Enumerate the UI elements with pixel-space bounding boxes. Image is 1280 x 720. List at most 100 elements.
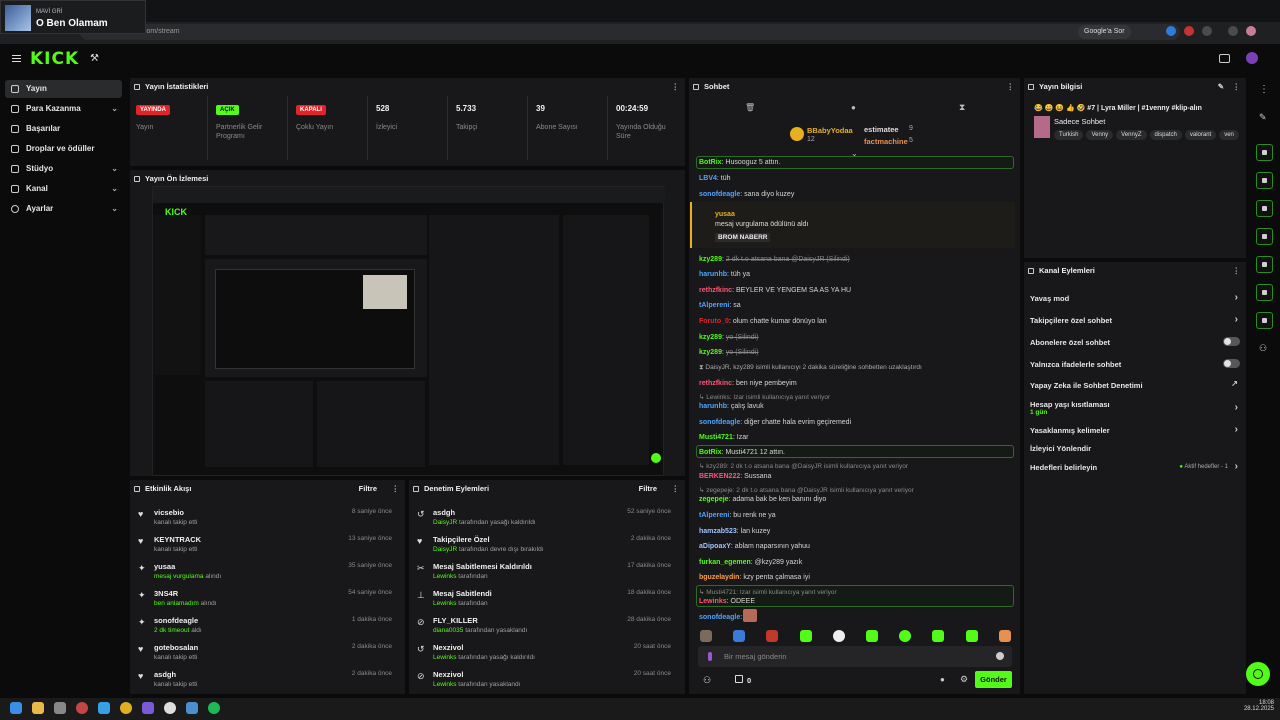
chat-settings-icon[interactable]: ● xyxy=(940,675,945,684)
chat-fab-button[interactable] xyxy=(1246,662,1270,686)
emote-icon[interactable] xyxy=(866,630,878,642)
users-icon[interactable]: ⚇ xyxy=(703,675,711,686)
media-notification[interactable]: MAVİ GRİ O Ben Olamam xyxy=(0,0,146,34)
subscribers-only-toggle[interactable] xyxy=(1223,337,1240,346)
spotify-icon[interactable] xyxy=(208,702,220,714)
emote-icon[interactable] xyxy=(966,630,978,642)
rail-button[interactable] xyxy=(1256,144,1273,161)
chat-user[interactable]: BotRix xyxy=(699,159,722,166)
slow-mode-row[interactable]: Yavaş mod › xyxy=(1030,292,1242,303)
send-button[interactable]: Gönder xyxy=(975,671,1012,688)
kick-logo[interactable]: KICK xyxy=(30,49,79,69)
emote-only-row[interactable]: Yalnızca ifadelerle sohbet xyxy=(1030,359,1242,369)
chat-user[interactable]: BotRix xyxy=(699,449,722,456)
chat-user[interactable]: kzy289 xyxy=(699,334,722,341)
rail-button[interactable] xyxy=(1256,228,1273,245)
raid-row[interactable]: İzleyici Yönlendir xyxy=(1030,444,1242,453)
sidebar-item-basarilar[interactable]: Başarılar xyxy=(5,120,122,138)
emote-icon[interactable] xyxy=(800,630,812,642)
banned-words-row[interactable]: Yasaklanmış kelimeler › xyxy=(1030,424,1242,435)
chat-user[interactable]: aDipoaxY xyxy=(699,543,731,550)
stream-preview-video[interactable]: KICK xyxy=(152,186,665,476)
sidebar-item-kanal[interactable]: Kanal ⌄ xyxy=(5,180,122,198)
chat-user[interactable]: Lewinks xyxy=(699,598,727,605)
chat-user[interactable]: Foruto_0 xyxy=(699,318,729,325)
rail-button[interactable] xyxy=(1256,172,1273,189)
windows-start-icon[interactable] xyxy=(10,702,22,714)
extension-icon[interactable] xyxy=(1166,26,1176,36)
tag[interactable]: Venny xyxy=(1086,130,1114,140)
filter-button[interactable]: Filtre xyxy=(359,480,377,498)
chat-user[interactable]: Musti4721 xyxy=(699,434,733,441)
sidebar-item-yayin[interactable]: Yayın xyxy=(5,80,122,98)
chat-bubble-icon[interactable]: ● xyxy=(851,103,856,112)
chat-user[interactable]: zegepeje xyxy=(699,496,729,503)
taskbar-app-icon[interactable] xyxy=(76,702,88,714)
chat-user[interactable]: sonofdeagle xyxy=(699,419,740,426)
ai-moderation-row[interactable]: Yapay Zeka ile Sohbet Denetimi ↗ xyxy=(1030,379,1242,390)
obs-taskbar-icon[interactable] xyxy=(164,702,176,714)
chat-user[interactable]: kzy289 xyxy=(699,256,722,263)
chrome-icon[interactable] xyxy=(120,702,132,714)
emote-icon[interactable] xyxy=(766,630,778,642)
gift-icon[interactable] xyxy=(735,675,743,683)
sidebar-item-para-kazanma[interactable]: Para Kazanma ⌄ xyxy=(5,100,122,118)
hourglass-icon[interactable]: ⧗ xyxy=(959,102,965,113)
chat-user[interactable]: hamzab523 xyxy=(699,528,737,535)
chat-user[interactable]: harunhb xyxy=(699,271,727,278)
sidebar-item-studyo[interactable]: Stüdyo ⌄ xyxy=(5,160,122,178)
gear-icon[interactable]: ⚙ xyxy=(960,674,968,685)
rail-button[interactable] xyxy=(1256,312,1273,329)
chat-user[interactable]: BERKEN222 xyxy=(699,473,740,480)
more-icon[interactable]: ⋮ xyxy=(1007,78,1015,96)
chat-input[interactable]: Bir mesaj gönderin xyxy=(698,646,1012,667)
more-icon[interactable]: ⋮ xyxy=(1233,78,1241,96)
emoji-icon[interactable] xyxy=(996,652,1004,660)
account-age-row[interactable]: Hesap yaşı kısıtlaması 1 gün › xyxy=(1030,400,1242,416)
chat-user[interactable]: rethzfkinc xyxy=(699,287,732,294)
rail-button[interactable] xyxy=(1256,284,1273,301)
settings-icon[interactable] xyxy=(186,702,198,714)
discord-icon[interactable] xyxy=(142,702,154,714)
chat-user[interactable]: sonofdeagle xyxy=(699,191,740,198)
taskbar-app-icon[interactable] xyxy=(54,702,66,714)
menu-icon[interactable] xyxy=(1228,26,1238,36)
chat-user[interactable]: furkan_egemen xyxy=(699,559,751,566)
chat-user[interactable]: tAlpereni xyxy=(699,512,729,519)
obs-icon[interactable] xyxy=(1219,54,1230,63)
tag[interactable]: ven xyxy=(1219,130,1239,140)
profile-avatar[interactable] xyxy=(1246,26,1256,36)
more-icon[interactable]: ⋮ xyxy=(1233,262,1241,280)
emote-icon[interactable] xyxy=(899,630,911,642)
file-explorer-icon[interactable] xyxy=(32,702,44,714)
edit-icon[interactable]: ✎ xyxy=(1218,78,1224,96)
more-icon[interactable]: ⋮ xyxy=(392,480,400,498)
highlight-user[interactable]: yusaa xyxy=(715,211,735,218)
users-icon[interactable]: ⚇ xyxy=(1259,343,1267,354)
emote-only-toggle[interactable] xyxy=(1223,359,1240,368)
chat-user[interactable]: LBV4 xyxy=(699,175,717,182)
user-avatar[interactable] xyxy=(1246,52,1258,64)
emote-icon[interactable] xyxy=(733,630,745,642)
extension-icon[interactable] xyxy=(1184,26,1194,36)
edit-icon[interactable]: ✎ xyxy=(1259,112,1267,123)
tag[interactable]: valorant xyxy=(1184,130,1217,140)
taskbar-clock[interactable]: 18:08 28.12.2025 xyxy=(1244,700,1274,712)
puzzle-icon[interactable] xyxy=(1202,26,1212,36)
emote-icon[interactable] xyxy=(999,630,1011,642)
address-bar[interactable]: dashboard.kick.com/stream xyxy=(80,24,1180,40)
google-ask-button[interactable]: Google'a Sor xyxy=(1078,25,1131,39)
more-icon[interactable]: ⋮ xyxy=(672,480,680,498)
sidebar-item-droplar[interactable]: Droplar ve ödüller xyxy=(5,140,122,158)
rail-button[interactable] xyxy=(1256,256,1273,273)
mic-icon[interactable] xyxy=(708,652,712,661)
hamburger-icon[interactable] xyxy=(12,55,21,62)
chat-user[interactable]: kzy289 xyxy=(699,349,722,356)
edge-icon[interactable] xyxy=(98,702,110,714)
followers-only-row[interactable]: Takipçilere özel sohbet › xyxy=(1030,314,1242,325)
chat-user[interactable]: rethzfkinc xyxy=(699,380,732,387)
chat-user[interactable]: sonofdeagle xyxy=(699,614,740,621)
subscribers-only-row[interactable]: Abonelere özel sohbet xyxy=(1030,337,1242,347)
tag[interactable]: Turkish xyxy=(1054,130,1084,140)
tag[interactable]: dispatch xyxy=(1149,130,1182,140)
